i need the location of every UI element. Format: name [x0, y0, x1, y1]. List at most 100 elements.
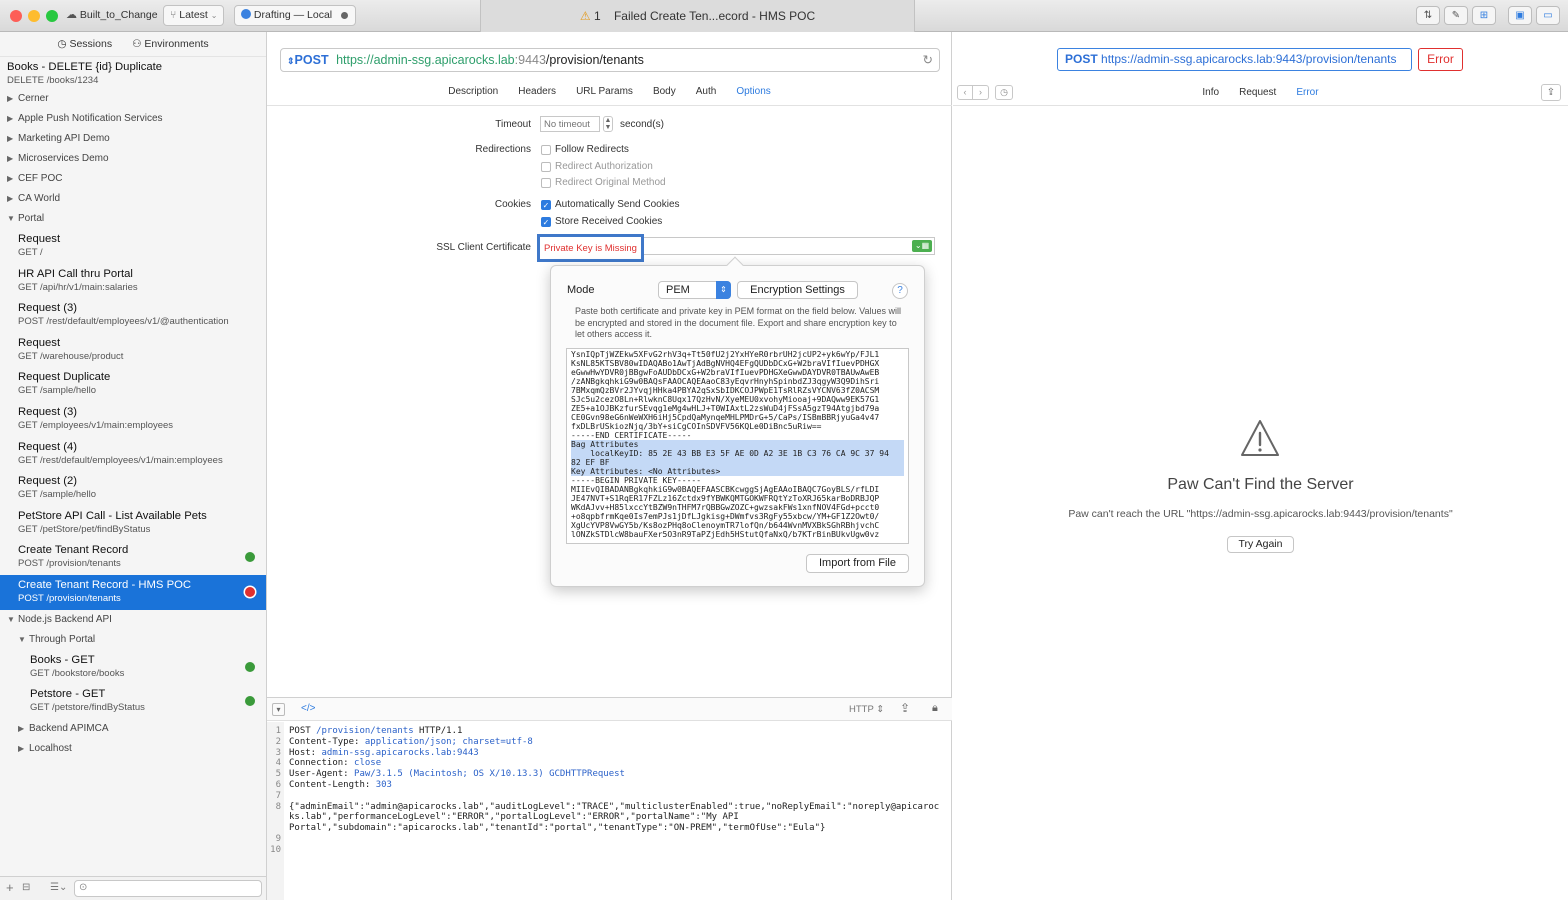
request-method-path: POST /provision/tenants: [18, 592, 121, 604]
request-method-path: GET /sample/hello: [18, 385, 96, 397]
sidebar-request-item[interactable]: Petstore - GET GET /petstore/findByStatus: [0, 684, 266, 719]
sidebar-toggle-icon[interactable]: ▣: [1508, 6, 1532, 25]
response-share-icon[interactable]: ⇪: [1541, 84, 1561, 101]
sidebar-request-item[interactable]: Create Tenant Record - HMS POC POST /prov…: [0, 574, 266, 610]
collapse-panel-icon[interactable]: ▾: [272, 703, 285, 716]
auto-send-cookies-checkbox[interactable]: ✓ Automatically Send Cookies: [541, 199, 680, 210]
window-title: ⚠ 1 Failed Create Ten...ecord - HMS POC: [480, 0, 915, 32]
sidebar-request-item[interactable]: Request GET /warehouse/product: [0, 333, 266, 368]
pem-line: lONZkSTDlcW8bauFXer5O3nR9TaPZjEdh5HStutQ…: [571, 530, 880, 539]
sidebar-group-portal[interactable]: ▼ Portal: [0, 209, 266, 229]
sidebar-request-item[interactable]: Request GET /: [0, 229, 266, 264]
clock-icon: ◷: [57, 38, 67, 50]
pem-line: WKdAJvv+H85lxccYtBZW9nTHFM7rQBBGwZOZC+gw…: [571, 503, 880, 512]
lock-icon[interactable]: 🔒︎: [932, 702, 938, 715]
tab-environments[interactable]: ⚇ Environments: [132, 38, 209, 50]
redirect-authorization-checkbox[interactable]: Redirect Authorization: [541, 161, 653, 172]
tab-options[interactable]: Options: [736, 86, 770, 106]
follow-redirects-checkbox[interactable]: Follow Redirects: [541, 144, 629, 155]
sidebar-request-item[interactable]: Create Tenant Record POST /provision/tena…: [0, 540, 266, 575]
sidebar-request-item[interactable]: Request (3) POST /rest/default/employees/…: [0, 298, 266, 333]
tab-auth[interactable]: Auth: [696, 86, 717, 106]
try-again-button[interactable]: Try Again: [1227, 536, 1294, 553]
format-selector[interactable]: HTTP ⇕: [849, 704, 884, 715]
sort-options-icon[interactable]: ☰⌄: [50, 882, 67, 893]
timeout-unit: second(s): [620, 119, 664, 130]
store-received-cookies-checkbox[interactable]: ✓ Store Received Cookies: [541, 216, 662, 227]
ssl-value-icon[interactable]: ⌄▦: [912, 240, 932, 252]
sidebar-group[interactable]: ▶ Cerner: [0, 89, 266, 109]
close-window-button[interactable]: [10, 10, 22, 22]
import-from-file-button[interactable]: Import from File: [806, 554, 909, 573]
code-line: Connection: close: [289, 758, 949, 769]
sort-icon[interactable]: ⇅: [1416, 6, 1440, 25]
request-method-path: GET /rest/default/employees/v1/main:empl…: [18, 454, 223, 466]
tab-sessions[interactable]: ◷ Sessions: [57, 38, 112, 50]
sidebar-group[interactable]: ▶ Localhost: [0, 739, 266, 759]
sidebar-group[interactable]: ▶ Marketing API Demo: [0, 129, 266, 149]
sidebar-request-item[interactable]: Request (3) GET /employees/v1/main:employ…: [0, 402, 266, 437]
method-label: POST: [294, 53, 329, 67]
new-group-icon[interactable]: ⊟: [22, 882, 30, 893]
layout-split-icon[interactable]: ⊞: [1472, 6, 1496, 25]
status-dot-icon: [341, 12, 348, 19]
comment-icon[interactable]: ✎: [1444, 6, 1468, 25]
sidebar-request-item[interactable]: PetStore API Call - List Available Pets G…: [0, 506, 266, 541]
minimize-window-button[interactable]: [28, 10, 40, 22]
sidebar-request-item[interactable]: Request Duplicate GET /sample/hello: [0, 367, 266, 402]
sidebar-request-item[interactable]: Books - GET GET /bookstore/books: [0, 650, 266, 685]
method-selector[interactable]: ⇕POST: [287, 53, 329, 67]
version-selector[interactable]: ⑂ Latest ⌄: [163, 5, 225, 26]
sidebar-request-top[interactable]: Books - DELETE {id} Duplicate DELETE /bo…: [0, 56, 266, 89]
response-tab-error[interactable]: Error: [1296, 87, 1318, 98]
panel-toggle-icon[interactable]: ▭: [1536, 6, 1560, 25]
timeout-stepper[interactable]: ▲ ▼: [603, 116, 613, 132]
zoom-window-button[interactable]: [46, 10, 58, 22]
reload-icon[interactable]: ↻: [923, 49, 933, 71]
cookies-label: Cookies: [494, 199, 531, 210]
tab-description[interactable]: Description: [448, 86, 498, 106]
code-line: Content-Length: 303: [289, 780, 949, 791]
timeout-input[interactable]: [540, 116, 600, 132]
mode-select[interactable]: PEM ⇕: [658, 281, 731, 299]
sidebar-group-through-portal[interactable]: ▼ Through Portal: [0, 630, 266, 650]
response-tabs: Info Request Error: [953, 87, 1568, 98]
share-icon[interactable]: ⇪: [900, 701, 910, 715]
sidebar-group[interactable]: ▶ Backend APIMCA: [0, 719, 266, 739]
response-tab-info[interactable]: Info: [1202, 87, 1219, 98]
sidebar-group[interactable]: ▶ CEF POC: [0, 169, 266, 189]
sidebar-group-node[interactable]: ▼ Node.js Backend API: [0, 610, 266, 630]
redirections-label: Redirections: [475, 144, 531, 155]
url-bar[interactable]: ⇕POST https://admin-ssg.apicarocks.lab:9…: [280, 48, 940, 72]
add-icon[interactable]: +: [6, 880, 14, 895]
certificate-popover: Mode PEM ⇕ Encryption Settings ? Paste b…: [550, 256, 925, 587]
tab-body[interactable]: Body: [653, 86, 676, 106]
code-view-icon[interactable]: </>: [301, 703, 315, 714]
warning-icon[interactable]: ⚠: [580, 9, 591, 23]
response-tab-request[interactable]: Request: [1239, 87, 1276, 98]
code-body: {"adminEmail":"admin@apicarocks.lab","au…: [289, 801, 940, 834]
ssl-error-token[interactable]: Private Key is Missing: [537, 234, 644, 262]
sidebar-request-item[interactable]: Request (2) GET /sample/hello: [0, 471, 266, 506]
warning-count: 1: [593, 9, 601, 23]
tab-headers[interactable]: Headers: [518, 86, 556, 106]
sync-status-pill[interactable]: Drafting — Local: [234, 5, 356, 26]
response-url-box[interactable]: POST https://admin-ssg.apicarocks.lab:94…: [1057, 48, 1412, 71]
redirect-original-method-checkbox[interactable]: Redirect Original Method: [541, 177, 666, 188]
popover-arrow: [726, 256, 744, 274]
sidebar-group[interactable]: ▶ Apple Push Notification Services: [0, 109, 266, 129]
tab-url-params[interactable]: URL Params: [576, 86, 633, 106]
group-label: Node.js Backend API: [18, 613, 112, 625]
sidebar-request-item[interactable]: Request (4) GET /rest/default/employees/v…: [0, 437, 266, 472]
project-selector[interactable]: ☁ Built_to_Change: [66, 5, 158, 26]
help-button[interactable]: ?: [892, 283, 908, 299]
error-badge-label: Error: [1427, 52, 1454, 66]
sidebar-request-item[interactable]: HR API Call thru Portal GET /api/hr/v1/ma…: [0, 264, 266, 299]
sidebar-group[interactable]: ▶ CA World: [0, 189, 266, 209]
filter-input[interactable]: ⊙: [74, 880, 262, 897]
disclosure-closed-icon: ▶: [18, 743, 25, 753]
code-value: application/json; charset=utf-8: [364, 736, 533, 747]
pem-textarea[interactable]: YsnIQpTjWZEkw5XFvG2rhV3q+Tt50fU2j2YxHYeR…: [566, 348, 909, 544]
encryption-settings-button[interactable]: Encryption Settings: [737, 281, 858, 299]
sidebar-group[interactable]: ▶ Microservices Demo: [0, 149, 266, 169]
